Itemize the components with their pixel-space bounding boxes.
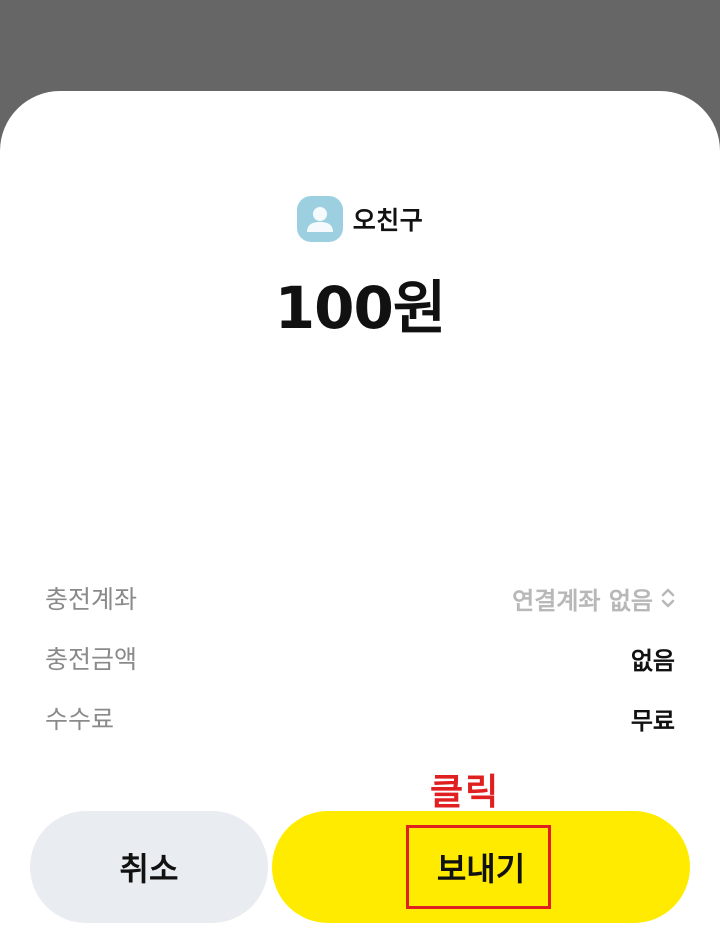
charge-amount-value: 없음 (630, 646, 675, 675)
fee-label: 수수료 (45, 705, 115, 734)
charge-account-value: 연결계좌 없음 (512, 586, 653, 615)
recipient-name: 오친구 (352, 206, 424, 235)
charge-account-selector[interactable]: 연결계좌 없음 (512, 581, 675, 616)
info-row-fee: 수수료 무료 (45, 698, 675, 738)
transfer-amount: 100원 (274, 274, 446, 342)
recipient-header: 오친구 (0, 196, 720, 242)
charge-amount-label: 충전금액 (45, 645, 138, 674)
send-button[interactable]: 보내기 (272, 811, 690, 923)
click-annotation: 클릭 (430, 772, 501, 813)
charge-account-label: 충전계좌 (45, 585, 138, 614)
info-row-charge-account[interactable]: 충전계좌 연결계좌 없음 (45, 578, 675, 618)
updown-chevron-icon (661, 588, 675, 608)
info-row-charge-amount: 충전금액 없음 (45, 638, 675, 678)
transfer-confirm-sheet: 오친구 100원 충전계좌 연결계좌 없음 충전금액 없음 수수료 무료 클릭 … (0, 91, 720, 928)
cancel-button[interactable]: 취소 (30, 811, 268, 923)
person-icon (296, 196, 343, 242)
fee-value: 무료 (630, 706, 675, 735)
